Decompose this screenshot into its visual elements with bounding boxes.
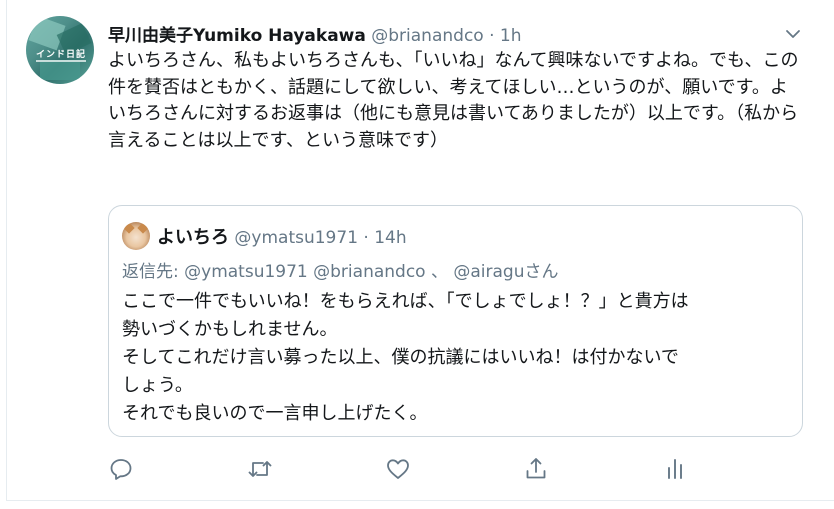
divider <box>6 0 7 500</box>
reply-icon[interactable] <box>108 456 136 484</box>
tweet-text: よいちろさん、私もよいちろさんも、「いいね」なんて興味ないですよね。でも、この件… <box>108 50 799 151</box>
retweet-icon[interactable] <box>246 456 274 484</box>
quoted-text: ここで一件でもいいね！をもらえれば、「でしょでしょ！？」と貴方は 勢いづくかもし… <box>122 288 792 428</box>
share-icon[interactable] <box>523 456 551 484</box>
avatar-pattern <box>40 60 80 80</box>
quoted-line: しょう。 <box>122 375 193 396</box>
timestamp[interactable]: 1h <box>500 26 522 46</box>
avatar[interactable]: インド日記 <box>26 16 94 84</box>
quoted-author-name: よいちろ <box>157 227 229 248</box>
quoted-line: そしてこれだけ言い募った以上、僕の抗議にはいいね！は付かないで <box>122 347 679 368</box>
quoted-timestamp: 14h <box>374 228 407 248</box>
avatar-logo-text: インド日記 <box>35 50 86 60</box>
reply-prefix: 返信先: <box>122 262 179 282</box>
separator-dot: · <box>363 228 369 248</box>
quoted-line: 勢いづくかもしれません。 <box>122 319 338 340</box>
reply-context: 返信先: @ymatsu1971 @brianandco 、 @airaguさん <box>122 257 559 282</box>
tweet-card[interactable]: インド日記 早川由美子Yumiko Hayakawa @brianandco ·… <box>0 0 834 509</box>
quoted-line: ここで一件でもいいね！をもらえれば、「でしょでしょ！？」と貴方は <box>122 291 689 312</box>
author-handle[interactable]: @brianandco <box>371 26 483 46</box>
separator-dot: · <box>489 26 495 46</box>
quoted-author-handle: @ymatsu1971 <box>234 228 359 248</box>
divider <box>6 500 834 501</box>
quoted-avatar <box>122 222 150 250</box>
reply-suffix: さん <box>524 262 559 282</box>
author-name[interactable]: 早川由美子Yumiko Hayakawa <box>108 26 366 46</box>
quoted-line: それでも良いので一言申し上げたく。 <box>122 403 428 424</box>
quoted-header: よいちろ @ymatsu1971 · 14h <box>157 223 407 249</box>
chevron-down-icon[interactable] <box>782 23 804 45</box>
analytics-icon[interactable] <box>662 456 690 484</box>
avatar-underline <box>36 60 86 62</box>
cat-ear <box>123 222 135 234</box>
reply-mentions: @ymatsu1971 @brianandco 、 @airagu <box>184 262 525 282</box>
cat-ear <box>137 222 149 234</box>
tweet-header: 早川由美子Yumiko Hayakawa @brianandco · 1h <box>108 21 522 46</box>
heart-icon[interactable] <box>385 456 413 484</box>
quoted-tweet[interactable]: よいちろ @ymatsu1971 · 14h 返信先: @ymatsu1971 … <box>108 205 803 437</box>
action-bar <box>108 456 798 484</box>
